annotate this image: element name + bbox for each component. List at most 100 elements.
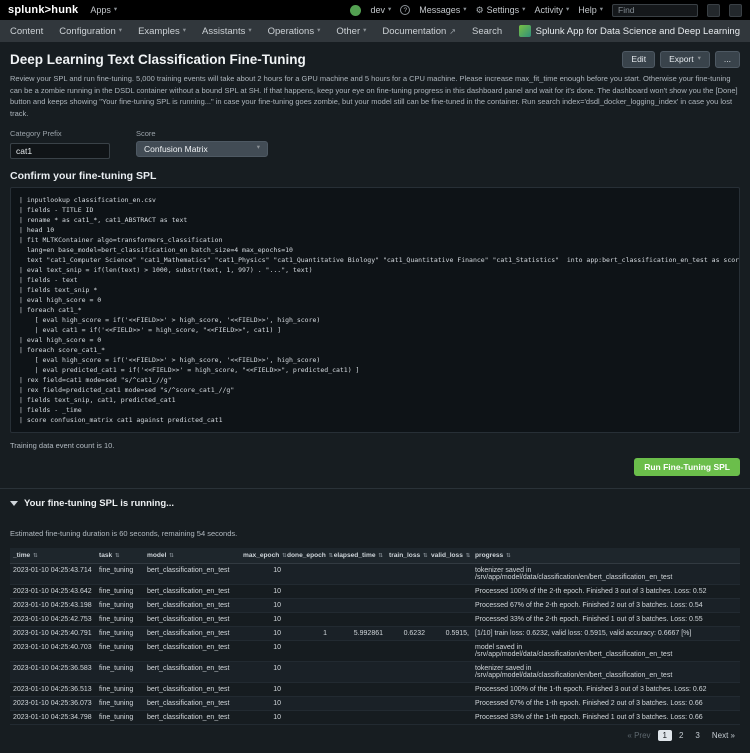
cell-valid_loss xyxy=(428,640,472,661)
user-avatar[interactable] xyxy=(350,5,361,16)
cell-max_epoch: 10 xyxy=(240,612,284,626)
settings-menu[interactable]: ⚙ Settings ▾ xyxy=(476,5,526,15)
chevron-down-icon: ▾ xyxy=(388,7,391,14)
nav-item-label: Operations xyxy=(268,26,314,37)
nav-item-configuration[interactable]: Configuration ▾ xyxy=(51,20,130,42)
nav-item-search[interactable]: Search xyxy=(464,20,510,42)
cell-train_loss: 0.6232 xyxy=(386,626,428,640)
cell-max_epoch: 10 xyxy=(240,661,284,682)
spl-code[interactable]: | inputlookup classification_en.csv | fi… xyxy=(10,187,740,433)
user-menu[interactable]: dev ▾ xyxy=(370,5,391,15)
sort-icon: ⇅ xyxy=(506,553,511,559)
column-header-max-epoch[interactable]: max_epoch ⇅ xyxy=(240,548,284,564)
apps-menu[interactable]: Apps ▾ xyxy=(90,5,117,15)
external-link-icon: ↗ xyxy=(449,27,456,36)
splunk-logo: splunk>hunk xyxy=(8,4,78,16)
cell-time: 2023-01-10 04:25:43.198 xyxy=(10,598,96,612)
nav-item-label: Documentation xyxy=(382,26,446,37)
app-logo-icon xyxy=(519,25,531,37)
column-header-progress[interactable]: progress ⇅ xyxy=(472,548,740,564)
question-circle-icon[interactable]: ? xyxy=(400,5,410,15)
sort-icon: ⇅ xyxy=(33,553,38,559)
topbar-icon-button-2[interactable] xyxy=(729,4,742,17)
find-input[interactable] xyxy=(612,4,698,17)
column-header-valid-loss[interactable]: valid_loss ⇅ xyxy=(428,548,472,564)
cell-train_loss xyxy=(386,710,428,724)
collapse-icon[interactable] xyxy=(10,501,18,506)
column-header-train-loss[interactable]: train_loss ⇅ xyxy=(386,548,428,564)
dashboard: Deep Learning Text Classification Fine-T… xyxy=(0,42,750,741)
nav-item-assistants[interactable]: Assistants ▾ xyxy=(194,20,260,42)
cell-progress: [1/10] train loss: 0.6232, valid loss: 0… xyxy=(472,626,740,640)
training-count-text: Training data event count is 10. xyxy=(10,441,740,450)
results-table: _time ⇅task ⇅model ⇅max_epoch ⇅done_epoc… xyxy=(10,548,740,725)
cell-time: 2023-01-10 04:25:36.583 xyxy=(10,661,96,682)
chevron-down-icon: ▾ xyxy=(114,7,117,14)
cell-done_epoch xyxy=(284,598,330,612)
cell-done_epoch xyxy=(284,696,330,710)
export-button[interactable]: Export ▾ xyxy=(660,51,710,68)
page-number-3[interactable]: 3 xyxy=(690,730,704,741)
cell-valid_loss xyxy=(428,584,472,598)
cell-elapsed_time xyxy=(330,598,386,612)
cell-elapsed_time xyxy=(330,661,386,682)
cell-model: bert_classification_en_test xyxy=(144,584,240,598)
activity-menu-label: Activity xyxy=(534,5,563,15)
sort-icon: ⇅ xyxy=(329,553,334,559)
category-prefix-field: Category Prefix xyxy=(10,129,110,159)
edit-button[interactable]: Edit xyxy=(622,51,655,68)
nav-item-examples[interactable]: Examples ▾ xyxy=(130,20,194,42)
topbar-icon-button-1[interactable] xyxy=(707,4,720,17)
cell-done_epoch xyxy=(284,640,330,661)
cell-model: bert_classification_en_test xyxy=(144,640,240,661)
column-header-done-epoch[interactable]: done_epoch ⇅ xyxy=(284,548,330,564)
cell-max_epoch: 10 xyxy=(240,640,284,661)
cell-done_epoch xyxy=(284,584,330,598)
cell-time: 2023-01-10 04:25:36.073 xyxy=(10,696,96,710)
chevron-down-icon: ▾ xyxy=(119,28,122,35)
sort-icon: ⇅ xyxy=(378,553,383,559)
run-fine-tuning-button[interactable]: Run Fine-Tuning SPL xyxy=(634,458,740,476)
nav-item-content[interactable]: Content xyxy=(10,20,51,42)
cell-time: 2023-01-10 04:25:43.642 xyxy=(10,584,96,598)
messages-menu[interactable]: Messages ▾ xyxy=(419,5,466,15)
next-page-button[interactable]: Next » xyxy=(707,730,740,741)
cell-time: 2023-01-10 04:25:43.714 xyxy=(10,563,96,584)
column-header-task[interactable]: task ⇅ xyxy=(96,548,144,564)
cell-valid_loss xyxy=(428,710,472,724)
column-header-elapsed-time[interactable]: elapsed_time ⇅ xyxy=(330,548,386,564)
cell-task: fine_tuning xyxy=(96,710,144,724)
page-number-2[interactable]: 2 xyxy=(674,730,688,741)
status-bar: Your fine-tuning SPL is running... xyxy=(0,488,750,509)
app-navbar: Content Configuration ▾ Examples ▾ Assis… xyxy=(0,20,750,42)
results-table-wrap: _time ⇅task ⇅model ⇅max_epoch ⇅done_epoc… xyxy=(10,548,740,725)
help-menu-label: Help xyxy=(578,5,597,15)
cell-model: bert_classification_en_test xyxy=(144,626,240,640)
sort-icon: ⇅ xyxy=(115,553,120,559)
column-header-model[interactable]: model ⇅ xyxy=(144,548,240,564)
help-menu[interactable]: Help ▾ xyxy=(578,5,603,15)
cell-done_epoch xyxy=(284,710,330,724)
cell-elapsed_time xyxy=(330,584,386,598)
more-actions-button[interactable]: ... xyxy=(715,51,740,68)
sort-icon: ⇅ xyxy=(466,553,471,559)
column-header-time[interactable]: _time ⇅ xyxy=(10,548,96,564)
cell-model: bert_classification_en_test xyxy=(144,661,240,682)
chevron-down-icon: ▾ xyxy=(248,28,251,35)
score-select[interactable]: Confusion Matrix ▾ xyxy=(136,141,268,157)
nav-item-operations[interactable]: Operations ▾ xyxy=(260,20,329,42)
chevron-down-icon: ▾ xyxy=(257,145,260,152)
page-number-1[interactable]: 1 xyxy=(658,730,672,741)
cell-done_epoch xyxy=(284,661,330,682)
activity-menu[interactable]: Activity ▾ xyxy=(534,5,569,15)
category-prefix-label: Category Prefix xyxy=(10,129,110,138)
page-title: Deep Learning Text Classification Fine-T… xyxy=(10,52,306,67)
nav-item-other[interactable]: Other ▾ xyxy=(328,20,374,42)
nav-item-documentation[interactable]: Documentation ↗ xyxy=(374,20,464,42)
cell-task: fine_tuning xyxy=(96,661,144,682)
cell-train_loss xyxy=(386,682,428,696)
messages-menu-label: Messages xyxy=(419,5,460,15)
cell-task: fine_tuning xyxy=(96,563,144,584)
category-prefix-input[interactable] xyxy=(10,143,110,159)
cell-model: bert_classification_en_test xyxy=(144,563,240,584)
